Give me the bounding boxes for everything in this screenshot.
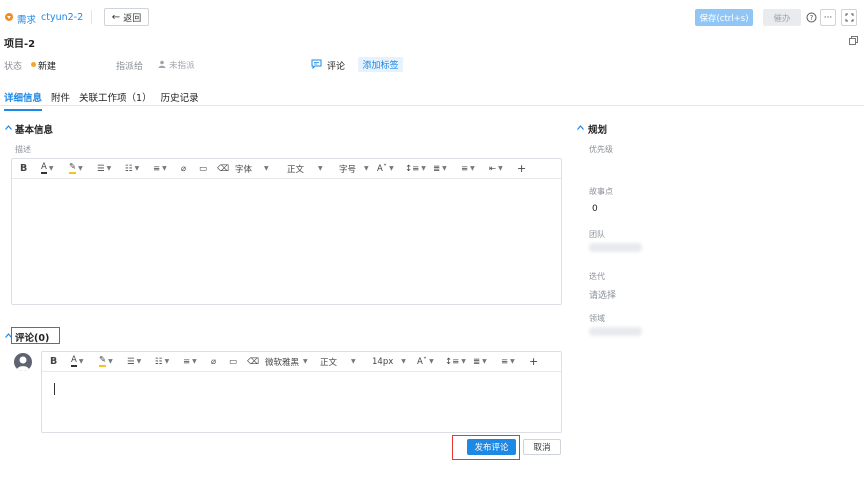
svg-text:?: ?: [810, 14, 814, 22]
work-item-type: 需求: [17, 15, 37, 26]
tab-history[interactable]: 历史记录: [161, 90, 199, 111]
iteration-select[interactable]: 请选择: [589, 288, 616, 301]
highlight-icon[interactable]: ✎ ▼: [69, 159, 97, 179]
page-title: 项目-2: [4, 39, 36, 50]
description-toolbar: B A ▼ ✎ ▼ ☰ ▼ ☷ ▼ ≡ ▼ ⌀ ▭ ⌫ 字体 ▼ 正文 ▼ 字号 ▼ Aˇ ▼ ↕…: [12, 159, 561, 179]
story-points-value[interactable]: 0: [592, 204, 598, 214]
ordered-list-icon[interactable]: ☰ ▼: [127, 352, 155, 372]
domain-label: 领域: [589, 314, 605, 323]
outdent-icon[interactable]: ⇤ ▼: [489, 159, 517, 179]
detail-tabs: 详细信息 附件 关联工作项（1） 历史记录: [4, 90, 199, 111]
line-height-icon[interactable]: ↕≡ ▼: [445, 352, 473, 372]
paragraph-value: 正文: [320, 357, 338, 368]
user-icon: [158, 60, 166, 68]
story-points-label: 故事点: [589, 187, 613, 196]
font-family-value: 微软雅黑: [265, 357, 300, 368]
copy-icon[interactable]: [849, 36, 858, 45]
plus-icon[interactable]: +: [517, 159, 531, 179]
requirement-type-icon: [5, 13, 13, 21]
description-label: 描述: [15, 145, 31, 154]
image-icon[interactable]: ▭: [229, 352, 247, 372]
assignee-value[interactable]: 未指派: [169, 59, 195, 71]
more-icon: ···: [823, 12, 833, 23]
paragraph-select[interactable]: 正文 ▼: [320, 352, 372, 372]
status-label: 状态: [4, 62, 23, 72]
comment-icon: [311, 59, 322, 69]
bullet-list-icon[interactable]: ☷ ▼: [125, 159, 153, 179]
more-options-button[interactable]: ···: [820, 9, 836, 26]
team-value-redacted[interactable]: [589, 243, 642, 252]
indent-icon[interactable]: ≣ ▼: [433, 159, 461, 179]
avatar: [14, 353, 32, 371]
domain-value-redacted[interactable]: [589, 327, 642, 336]
save-button[interactable]: 保存(ctrl+s): [695, 9, 753, 26]
description-editor[interactable]: B A ▼ ✎ ▼ ☰ ▼ ☷ ▼ ≡ ▼ ⌀ ▭ ⌫ 字体 ▼ 正文 ▼ 字号 ▼ Aˇ ▼ ↕…: [11, 158, 562, 305]
image-icon[interactable]: ▭: [199, 159, 217, 179]
font-family-select[interactable]: 微软雅黑 ▼: [265, 352, 320, 372]
fullscreen-button[interactable]: [841, 9, 857, 26]
publish-comment-button[interactable]: 发布评论: [467, 439, 516, 455]
attachment-icon[interactable]: ⌀: [211, 352, 229, 372]
paragraph-select[interactable]: 正文 ▼: [287, 159, 339, 179]
text-case-icon[interactable]: Aˇ ▼: [417, 352, 445, 372]
text-cursor: [54, 383, 55, 395]
text-case-icon[interactable]: Aˇ ▼: [377, 159, 405, 179]
font-size-value: 14px: [372, 356, 394, 367]
font-color-icon[interactable]: A ▼: [41, 159, 69, 179]
iteration-label: 迭代: [589, 272, 605, 281]
add-tag-button[interactable]: 添加标签: [358, 57, 403, 72]
tab-details[interactable]: 详细信息: [4, 90, 43, 111]
plus-icon[interactable]: +: [529, 352, 543, 372]
font-family-value: 字体: [235, 164, 253, 175]
chevron-up-icon[interactable]: [5, 125, 12, 130]
tab-attachments[interactable]: 附件: [51, 90, 70, 111]
font-size-value: 字号: [339, 164, 357, 175]
urge-button[interactable]: 催办: [763, 9, 801, 26]
font-size-select[interactable]: 字号 ▼: [339, 159, 377, 179]
planning-title[interactable]: 规划: [588, 122, 607, 136]
paragraph-spacing-icon[interactable]: ≡ ▼: [461, 159, 489, 179]
align-icon[interactable]: ≡ ▼: [153, 159, 181, 179]
indent-icon[interactable]: ≣ ▼: [473, 352, 501, 372]
comment-editor[interactable]: B A ▼ ✎ ▼ ☰ ▼ ☷ ▼ ≡ ▼ ⌀ ▭ ⌫ 微软雅黑 ▼ 正文 ▼ 14px ▼ A…: [41, 351, 562, 433]
arrow-left-icon: ←: [111, 11, 121, 23]
tabs-divider: [0, 105, 864, 106]
comment-link[interactable]: 评论: [327, 59, 345, 72]
status-value[interactable]: 新建: [38, 59, 56, 72]
font-size-select[interactable]: 14px ▼: [372, 352, 417, 372]
work-item-id[interactable]: ctyun2-2: [41, 12, 83, 23]
header-divider: [91, 10, 92, 24]
highlight-icon[interactable]: ✎ ▼: [99, 352, 127, 372]
chevron-up-icon[interactable]: [577, 125, 584, 130]
basic-info-title[interactable]: 基本信息: [15, 122, 53, 136]
back-button[interactable]: ← 返回: [104, 8, 149, 26]
bullet-list-icon[interactable]: ☷ ▼: [155, 352, 183, 372]
eraser-icon[interactable]: ⌫: [217, 159, 235, 179]
back-button-label: 返回: [123, 13, 142, 24]
user-avatar-icon: [16, 356, 30, 371]
font-color-icon[interactable]: A ▼: [71, 352, 99, 372]
attachment-icon[interactable]: ⌀: [181, 159, 199, 179]
tab-linked-items[interactable]: 关联工作项（1）: [79, 90, 152, 111]
team-label: 团队: [589, 230, 605, 239]
bold-icon[interactable]: B: [20, 159, 41, 179]
help-icon[interactable]: ?: [806, 12, 817, 23]
font-family-select[interactable]: 字体 ▼: [235, 159, 287, 179]
paragraph-value: 正文: [287, 164, 305, 175]
eraser-icon[interactable]: ⌫: [247, 352, 265, 372]
expand-icon: [845, 13, 853, 22]
bold-icon[interactable]: B: [50, 352, 71, 372]
status-dot: [31, 62, 36, 67]
comment-toolbar: B A ▼ ✎ ▼ ☰ ▼ ☷ ▼ ≡ ▼ ⌀ ▭ ⌫ 微软雅黑 ▼ 正文 ▼ 14px ▼ A…: [42, 352, 561, 372]
ordered-list-icon[interactable]: ☰ ▼: [97, 159, 125, 179]
line-height-icon[interactable]: ↕≡ ▼: [405, 159, 433, 179]
cancel-button[interactable]: 取消: [523, 439, 561, 455]
paragraph-spacing-icon[interactable]: ≡ ▼: [501, 352, 529, 372]
align-icon[interactable]: ≡ ▼: [183, 352, 211, 372]
priority-label: 优先级: [589, 145, 613, 154]
comments-title[interactable]: 评论(0): [15, 330, 49, 344]
assignee-label: 指派给: [116, 62, 144, 72]
